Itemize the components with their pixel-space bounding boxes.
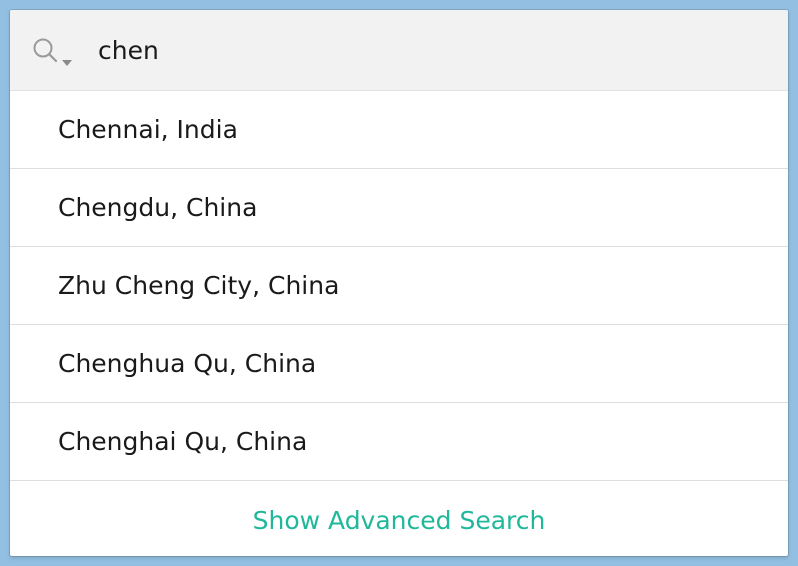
caret-down-icon xyxy=(62,60,72,66)
search-dropdown-panel: Chennai, India Chengdu, China Zhu Cheng … xyxy=(10,10,788,556)
result-label: Chengdu, China xyxy=(58,193,258,222)
result-label: Chenghua Qu, China xyxy=(58,349,317,378)
result-label: Chennai, India xyxy=(58,115,238,144)
result-item[interactable]: Zhu Cheng City, China xyxy=(10,247,788,325)
search-input[interactable] xyxy=(98,30,738,70)
show-advanced-search-link[interactable]: Show Advanced Search xyxy=(253,506,546,535)
result-item[interactable]: Chenghua Qu, China xyxy=(10,325,788,403)
result-item[interactable]: Chennai, India xyxy=(10,91,788,169)
results-list: Chennai, India Chengdu, China Zhu Cheng … xyxy=(10,91,788,481)
advanced-search-footer: Show Advanced Search xyxy=(10,481,788,556)
result-label: Chenghai Qu, China xyxy=(58,427,308,456)
result-label: Zhu Cheng City, China xyxy=(58,271,340,300)
search-options-toggle[interactable] xyxy=(32,36,76,68)
search-bar xyxy=(10,10,788,91)
result-item[interactable]: Chenghai Qu, China xyxy=(10,403,788,481)
result-item[interactable]: Chengdu, China xyxy=(10,169,788,247)
